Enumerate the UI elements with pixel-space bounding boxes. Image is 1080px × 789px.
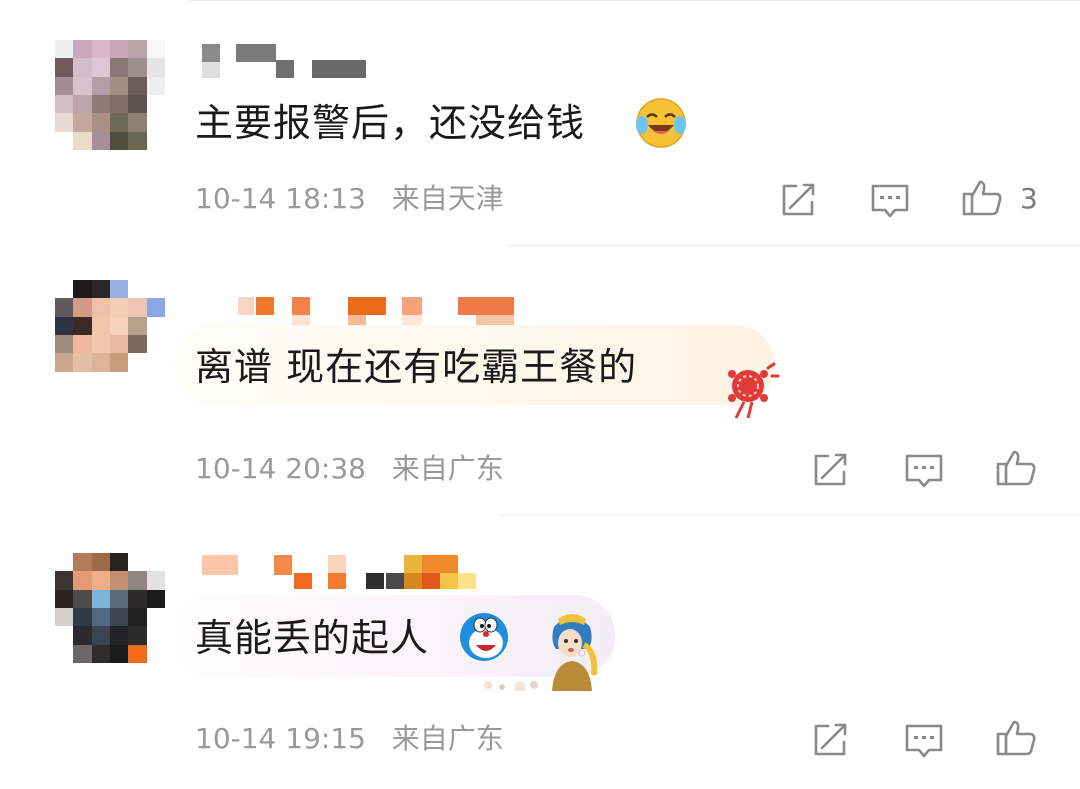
thumbs-up-icon[interactable] xyxy=(994,446,1038,490)
avatar[interactable] xyxy=(55,40,165,150)
comment-meta: 10-14 20:38 来自广东 xyxy=(195,451,504,487)
thumbs-up-icon[interactable] xyxy=(960,176,1004,220)
username-redacted[interactable] xyxy=(198,551,528,591)
timestamp: 10-14 19:15 xyxy=(195,722,366,755)
username-redacted[interactable] xyxy=(198,42,528,82)
comment-meta: 10-14 18:13 来自天津 xyxy=(195,181,504,217)
comment-item: 离谱 现在还有吃霸王餐的 10-14 20:38 来自广东 xyxy=(0,245,1080,515)
doraemon-and-pearl-earring-girl-sticker xyxy=(458,605,618,693)
share-icon[interactable] xyxy=(776,178,820,222)
timestamp: 10-14 18:13 xyxy=(195,182,366,215)
location: 来自广东 xyxy=(391,452,504,485)
comment-text: 真能丢的起人 xyxy=(195,616,430,660)
laughing-crying-emoji xyxy=(633,95,689,151)
avatar[interactable] xyxy=(55,553,165,663)
like-count: 3 xyxy=(1020,182,1038,215)
timestamp: 10-14 20:38 xyxy=(195,452,366,485)
divider xyxy=(498,515,1080,516)
divider xyxy=(190,0,1080,1)
comment-meta: 10-14 19:15 来自广东 xyxy=(195,721,504,757)
divider xyxy=(508,245,1080,246)
comment-icon[interactable] xyxy=(902,448,946,492)
comment-item: 真能丢的起人 10-14 19:15 来自广东 xyxy=(0,515,1080,789)
comment-text: 离谱 现在还有吃霸王餐的 xyxy=(195,345,638,389)
share-icon[interactable] xyxy=(808,718,852,762)
comment-icon[interactable] xyxy=(902,718,946,762)
share-icon[interactable] xyxy=(808,448,852,492)
comment-item: 主要报警后，还没给钱 10-14 18:13 来自天津 3 xyxy=(0,0,1080,245)
comment-text: 主要报警后，还没给钱 xyxy=(195,101,586,145)
thumbs-up-icon[interactable] xyxy=(994,716,1038,760)
red-lucky-knot-sticker xyxy=(718,360,782,422)
location: 来自广东 xyxy=(391,722,504,755)
comment-icon[interactable] xyxy=(868,178,912,222)
comment-feed: 主要报警后，还没给钱 10-14 18:13 来自天津 3 离谱 现在还有吃霸王… xyxy=(0,0,1080,789)
location: 来自天津 xyxy=(391,182,504,215)
avatar[interactable] xyxy=(55,280,165,390)
